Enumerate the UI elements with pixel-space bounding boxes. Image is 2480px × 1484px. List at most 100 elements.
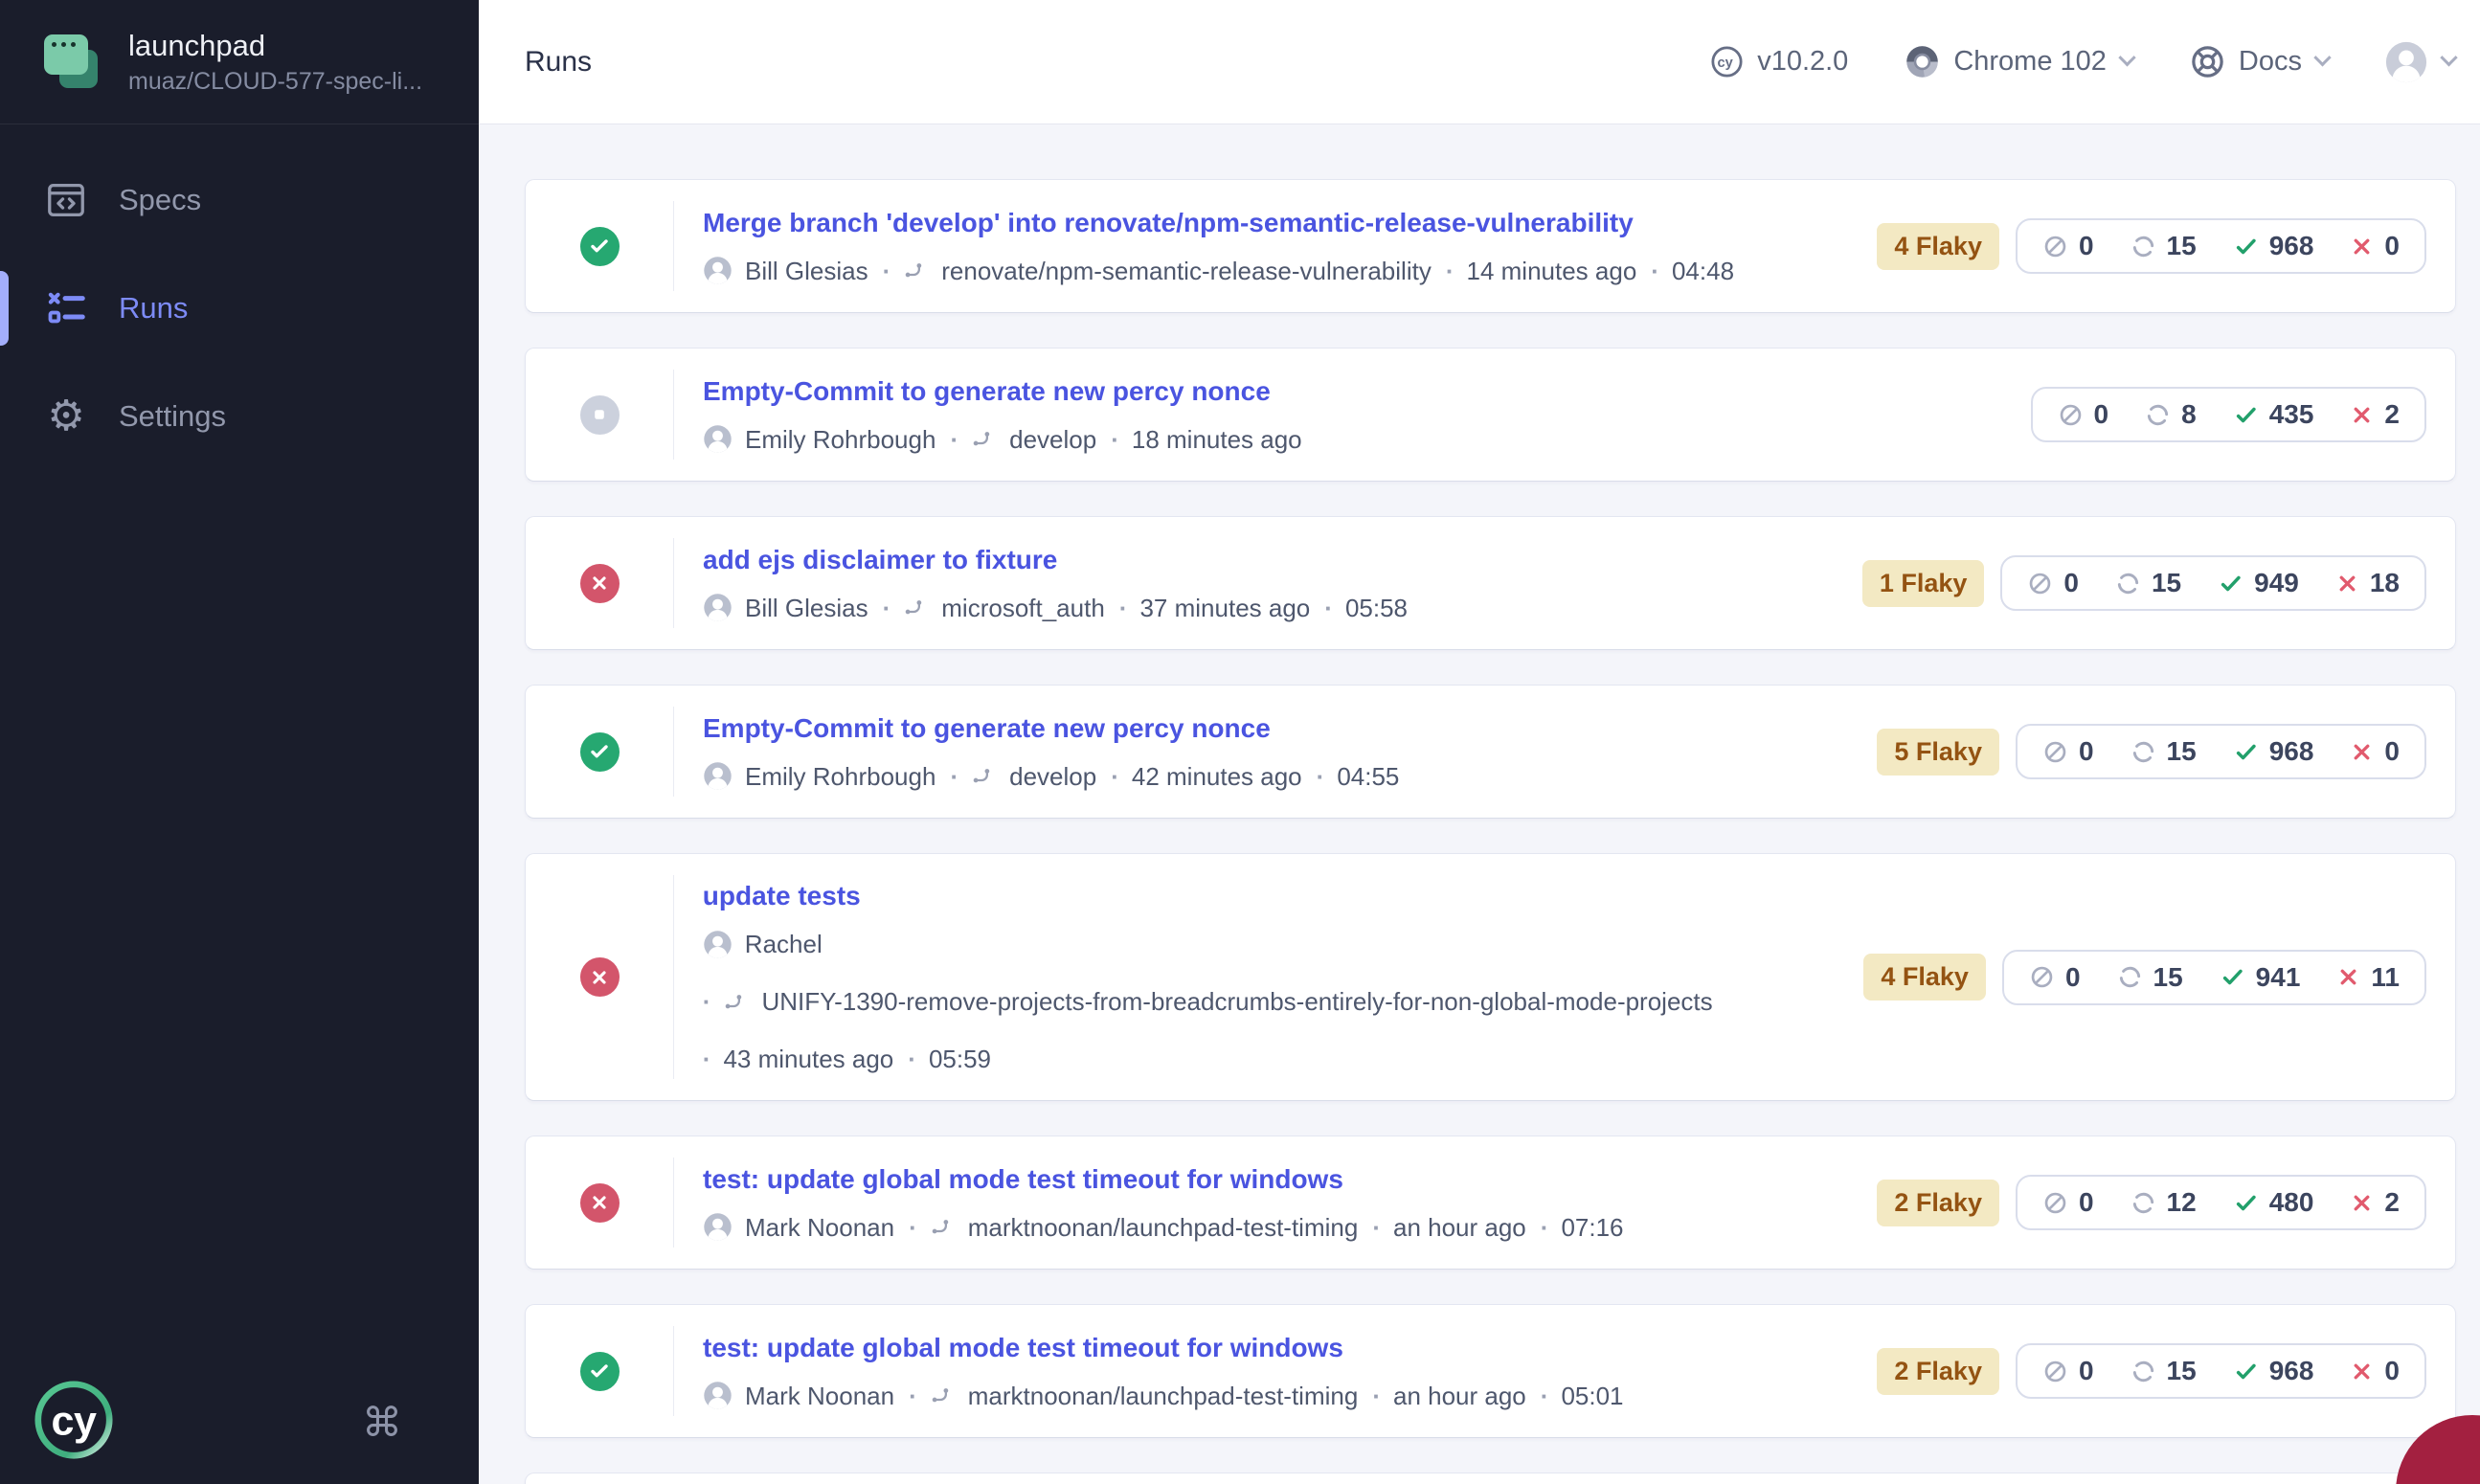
run-status-icon <box>580 564 620 603</box>
partial-run-card[interactable] <box>525 1473 2456 1484</box>
branch-icon <box>930 1214 956 1240</box>
failed-x-icon <box>2335 572 2359 596</box>
branch-icon <box>723 989 749 1015</box>
cypress-logo-icon[interactable]: c y <box>29 1377 119 1467</box>
skipped-icon <box>2042 1190 2068 1216</box>
run-relative-time: 37 minutes ago <box>1139 592 1310 624</box>
author-avatar-icon <box>703 930 733 959</box>
author-avatar-icon <box>703 424 733 454</box>
passed-stat: 941 <box>2220 962 2301 993</box>
branch-icon <box>971 426 997 452</box>
run-title-link[interactable]: update tests <box>703 879 861 913</box>
flaky-badge: 4 Flaky <box>1863 954 1986 1001</box>
browser-label: Chrome 102 <box>1953 46 2107 78</box>
skipped-stat: 0 <box>2027 568 2079 598</box>
passed-stat: 968 <box>2233 1356 2314 1386</box>
runs-list: Merge branch 'develop' into renovate/npm… <box>479 124 2480 1484</box>
run-card[interactable]: test: update global mode test timeout fo… <box>525 1304 2456 1438</box>
failed-stat: 2 <box>2350 399 2400 430</box>
flaky-badge: 2 Flaky <box>1877 1180 1999 1226</box>
run-results-summary: 0 15 941 11 <box>2002 950 2426 1005</box>
avatar <box>2384 40 2428 84</box>
skipped-stat: 0 <box>2029 962 2081 993</box>
author-avatar-icon <box>703 1381 733 1410</box>
run-duration: 05:58 <box>1345 592 1408 624</box>
sidebar-item-settings[interactable]: ⚙ Settings <box>0 362 479 470</box>
run-author: Emily Rohrbough <box>745 760 936 793</box>
failed-stat: 0 <box>2350 231 2400 261</box>
run-branch: marktnoonan/launchpad-test-timing <box>968 1211 1359 1244</box>
pending-stat: 15 <box>2131 231 2197 261</box>
pending-stat: 12 <box>2131 1187 2197 1218</box>
pending-icon <box>2131 1359 2156 1384</box>
skipped-stat: 0 <box>2042 231 2094 261</box>
run-duration: 04:48 <box>1672 255 1734 287</box>
run-title-link[interactable]: test: update global mode test timeout fo… <box>703 1162 1343 1197</box>
run-title-link[interactable]: Empty-Commit to generate new percy nonce <box>703 711 1271 746</box>
pending-stat: 15 <box>2115 568 2181 598</box>
top-bar: Runs cy v10.2.0 Chrome 102 <box>479 0 2480 124</box>
author-avatar-icon <box>703 593 733 622</box>
keyboard-shortcuts-icon[interactable]: ⌘ <box>362 1399 402 1446</box>
failed-stat: 2 <box>2350 1187 2400 1218</box>
skipped-stat: 0 <box>2058 399 2109 430</box>
run-card[interactable]: Empty-Commit to generate new percy nonce… <box>525 348 2456 482</box>
run-title-link[interactable]: Empty-Commit to generate new percy nonce <box>703 374 1271 409</box>
run-author: Mark Noonan <box>745 1380 894 1412</box>
user-menu[interactable] <box>2384 40 2455 84</box>
passed-check-icon <box>2233 1359 2259 1384</box>
run-card[interactable]: test: update global mode test timeout fo… <box>525 1135 2456 1270</box>
run-relative-time: 14 minutes ago <box>1467 255 1637 287</box>
docs-menu[interactable]: Docs <box>2189 43 2329 80</box>
run-relative-time: an hour ago <box>1393 1380 1526 1412</box>
passed-check-icon <box>2233 402 2259 428</box>
pending-icon <box>2131 234 2156 259</box>
pending-icon <box>2115 571 2141 596</box>
run-meta: Mark Noonan · marktnoonan/launchpad-test… <box>703 1380 1858 1412</box>
sidebar-item-runs[interactable]: Runs <box>0 254 479 362</box>
project-switcher[interactable]: launchpad muaz/CLOUD-577-spec-li... <box>0 0 479 124</box>
run-card[interactable]: Empty-Commit to generate new percy nonce… <box>525 685 2456 819</box>
run-status-icon <box>580 957 620 997</box>
run-card[interactable]: update tests Rachel · <box>525 853 2456 1101</box>
branch-icon <box>930 1383 956 1408</box>
run-meta: Bill Glesias · microsoft_auth · 37 minut… <box>703 592 1843 624</box>
passed-stat: 480 <box>2233 1187 2314 1218</box>
flaky-badge: 1 Flaky <box>1862 560 1985 607</box>
svg-text:y: y <box>74 1399 97 1445</box>
version-button[interactable]: cy v10.2.0 <box>1709 44 1848 79</box>
run-title-link[interactable]: add ejs disclaimer to fixture <box>703 543 1057 577</box>
pending-icon <box>2117 964 2143 990</box>
run-branch: renovate/npm-semantic-release-vulnerabil… <box>941 255 1432 287</box>
app-name: launchpad <box>128 27 422 65</box>
run-relative-time: an hour ago <box>1393 1211 1526 1244</box>
passed-stat: 435 <box>2233 399 2314 430</box>
skipped-stat: 0 <box>2042 736 2094 767</box>
run-results-summary: 0 15 968 0 <box>2016 218 2426 274</box>
run-title-link[interactable]: Merge branch 'develop' into renovate/npm… <box>703 206 1634 240</box>
run-duration: 05:59 <box>929 1043 991 1075</box>
sidebar-item-label: Runs <box>119 291 188 326</box>
run-author: Emily Rohrbough <box>745 423 936 456</box>
pending-stat: 15 <box>2131 736 2197 767</box>
failed-x-icon <box>2350 1191 2374 1215</box>
run-title-link[interactable]: test: update global mode test timeout fo… <box>703 1331 1343 1365</box>
run-branch: microsoft_auth <box>941 592 1105 624</box>
passed-check-icon <box>2233 234 2259 259</box>
pending-stat: 8 <box>2145 399 2197 430</box>
browser-selector[interactable]: Chrome 102 <box>1904 43 2133 80</box>
failed-stat: 11 <box>2336 962 2400 993</box>
sidebar-item-specs[interactable]: Specs <box>0 146 479 254</box>
passed-stat: 968 <box>2233 231 2314 261</box>
run-card[interactable]: Merge branch 'develop' into renovate/npm… <box>525 179 2456 313</box>
run-branch: develop <box>1009 760 1096 793</box>
pending-stat: 15 <box>2117 962 2183 993</box>
chevron-down-icon <box>2440 49 2457 66</box>
skipped-icon <box>2029 964 2055 990</box>
run-meta: Mark Noonan · marktnoonan/launchpad-test… <box>703 1211 1858 1244</box>
run-meta: Rachel · UNIFY-1390-remove-projects-from… <box>703 928 1845 1075</box>
failed-stat: 18 <box>2335 568 2400 598</box>
sidebar-item-label: Specs <box>119 183 201 217</box>
run-card[interactable]: add ejs disclaimer to fixture Bill Glesi… <box>525 516 2456 650</box>
run-branch: marktnoonan/launchpad-test-timing <box>968 1380 1359 1412</box>
